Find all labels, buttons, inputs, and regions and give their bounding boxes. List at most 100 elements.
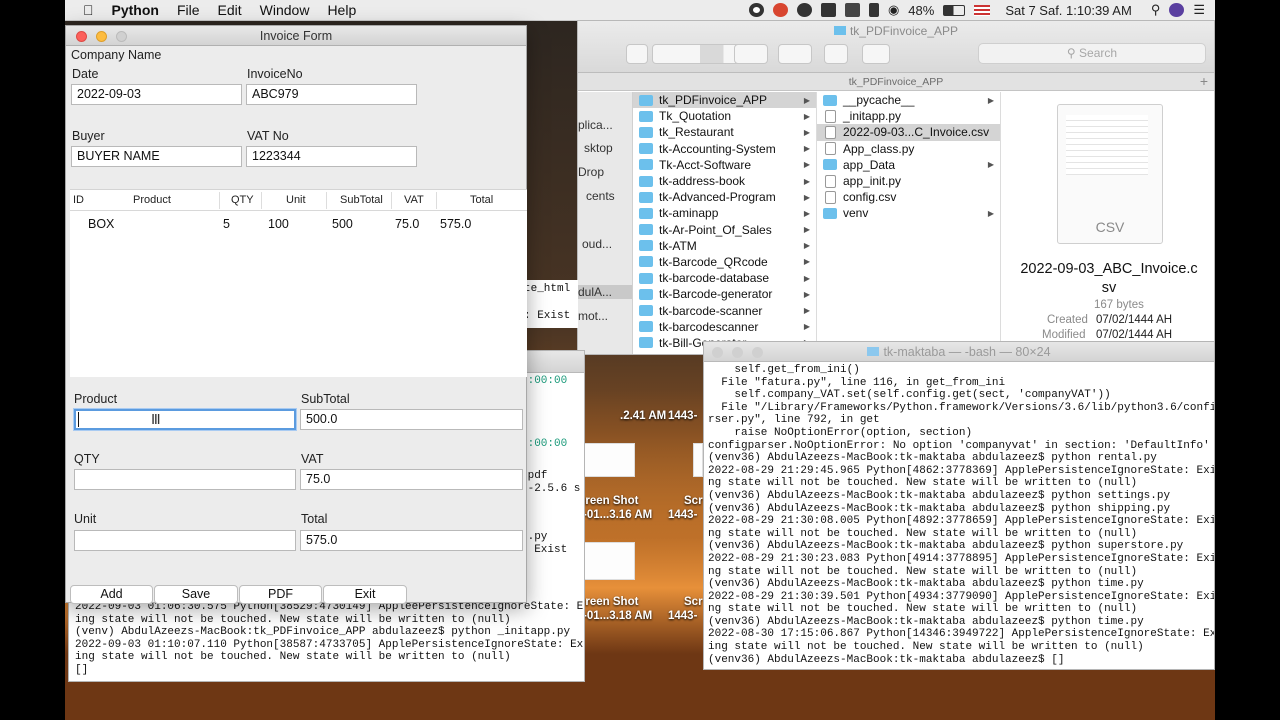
buyer-field[interactable]: BUYER NAME — [71, 146, 242, 167]
menu-list-icon[interactable]: ☰ — [1193, 2, 1205, 18]
folder-item[interactable]: venv ▶ — [817, 205, 1000, 221]
folder-item[interactable]: Tk_Quotation ▶ — [633, 108, 816, 124]
sound-icon[interactable] — [820, 3, 836, 17]
folder-item[interactable]: __pycache__ ▶ — [817, 92, 1000, 108]
column-header-vat[interactable]: VAT — [404, 194, 424, 206]
chevron-right-icon: ▶ — [803, 289, 810, 299]
product-field[interactable] — [74, 409, 296, 430]
folder-item[interactable]: tk-address-book ▶ — [633, 173, 816, 189]
finder-search-input[interactable]: ⚲ Search — [978, 43, 1206, 64]
folder-item[interactable]: tk_Restaurant ▶ — [633, 124, 816, 140]
folder-item[interactable]: tk_PDFinvoice_APP ▶ — [633, 92, 816, 109]
sidebar-item[interactable]: plica... — [578, 118, 613, 132]
sidebar-item[interactable]: cents — [586, 189, 615, 203]
folder-item[interactable]: tk-ATM ▶ — [633, 238, 816, 254]
add-tab-icon[interactable]: + — [1200, 73, 1208, 89]
vat-no-field[interactable]: 1223344 — [246, 146, 417, 167]
folder-item[interactable]: app_Data ▶ — [817, 157, 1000, 173]
items-table[interactable]: ID Product QTY Unit SubTotal VAT Total B… — [70, 189, 527, 377]
add-button[interactable]: Add — [70, 585, 153, 604]
qty-field[interactable] — [74, 469, 296, 490]
terminal-titlebar[interactable]: tk-maktaba — -bash — 80×24 — [704, 342, 1214, 362]
folder-item[interactable]: tk-barcode-database ▶ — [633, 270, 816, 286]
sidebar-item[interactable]: Drop — [578, 165, 604, 179]
save-button[interactable]: Save — [154, 585, 238, 604]
terminal-line: (venv36) AbdulAzeezs-MacBook:tk-maktaba … — [708, 452, 1157, 465]
total-field[interactable]: 575.0 — [300, 530, 523, 551]
folder-item[interactable]: tk-Barcode_QRcode ▶ — [633, 254, 816, 270]
terminal-output[interactable]: self.get_from_ini() File "fatura.py", li… — [704, 362, 1214, 668]
menu-help[interactable]: Help — [318, 2, 365, 18]
folder-item[interactable]: tk-Barcode-generator ▶ — [633, 286, 816, 302]
sidebar-item[interactable]: mot... — [578, 309, 608, 323]
terminal-line: self.get_from_ini() — [708, 364, 860, 376]
pdf-button[interactable]: PDF — [239, 585, 322, 604]
menu-file[interactable]: File — [168, 2, 209, 18]
thumbnail-label: -01...3.18 AM — [583, 610, 653, 622]
invoice-no-label: InvoiceNo — [247, 67, 303, 81]
folder-item[interactable]: Tk-Acct-Software ▶ — [633, 157, 816, 173]
column-header-product[interactable]: Product — [133, 194, 171, 206]
folder-item[interactable]: tk-barcodescanner ▶ — [633, 319, 816, 335]
folder-item[interactable]: tk-barcode-scanner ▶ — [633, 302, 816, 318]
chevron-right-icon: ▶ — [803, 225, 810, 235]
subtotal-field[interactable]: 500.0 — [300, 409, 523, 430]
sync-icon[interactable] — [772, 3, 788, 17]
unit-field[interactable] — [74, 530, 296, 551]
terminal-line: 2022-08-30 17:15:06.867 Python[14346:394… — [708, 628, 1215, 641]
column-header-id[interactable]: ID — [73, 194, 84, 206]
file-item[interactable]: App_class.py — [817, 141, 1000, 157]
search-icon[interactable]: ⚲ — [1151, 2, 1161, 18]
vat-field[interactable]: 75.0 — [300, 469, 523, 490]
file-label: app_Data — [843, 157, 896, 172]
wifi-icon[interactable]: ◉ — [888, 2, 899, 18]
group-button[interactable] — [734, 44, 768, 64]
folder-item[interactable]: tk-Accounting-System ▶ — [633, 141, 816, 157]
exit-button[interactable]: Exit — [323, 585, 407, 604]
created-label: Created — [1047, 314, 1088, 326]
column-header-total[interactable]: Total — [470, 194, 493, 206]
screenshot-thumbnail[interactable] — [693, 443, 703, 477]
screenshot-thumbnail[interactable] — [583, 443, 635, 477]
folder-item[interactable]: tk-Advanced-Program ▶ — [633, 189, 816, 205]
invoice-no-field[interactable]: ABC979 — [246, 84, 417, 105]
menu-edit[interactable]: Edit — [209, 2, 251, 18]
sidebar-item[interactable]: sktop — [584, 141, 613, 155]
file-item[interactable]: config.csv — [817, 189, 1000, 205]
table-row[interactable]: BOX 5 100 500 75.0 575.0 — [70, 211, 527, 234]
share-icon[interactable] — [824, 44, 848, 64]
folder-item[interactable]: tk-Ar-Point_Of_Sales ▶ — [633, 222, 816, 238]
file-item[interactable]: _initapp.py — [817, 108, 1000, 124]
folder-item[interactable]: tk-aminapp ▶ — [633, 205, 816, 221]
invoice-titlebar[interactable]: Invoice Form — [66, 26, 526, 46]
bash-terminal-window: tk-maktaba — -bash — 80×24 self.get_from… — [703, 341, 1215, 670]
sidebar-item-selected[interactable]: dulA... — [578, 285, 632, 299]
menu-bar:  Python File Edit Window Help ◉ 48% Sat… — [65, 0, 1215, 21]
apple-menu-icon[interactable]:  — [65, 2, 103, 18]
sidebar-item[interactable]: oud... — [582, 237, 612, 251]
path-tab[interactable]: tk_PDFinvoice_APP — [578, 73, 1214, 91]
file-item[interactable]: app_init.py — [817, 173, 1000, 189]
terminal-line: ing state will not be touched. New state… — [75, 651, 511, 664]
column-header-subtotal[interactable]: SubTotal — [340, 194, 383, 206]
battery-icon[interactable] — [943, 4, 966, 16]
app-menu[interactable]: Python — [103, 2, 168, 18]
settings-icon[interactable] — [796, 3, 812, 17]
tag-icon[interactable] — [862, 44, 890, 64]
flag-icon[interactable] — [974, 4, 991, 16]
screenshot-thumbnail[interactable] — [583, 542, 635, 580]
bluetooth-icon[interactable] — [868, 3, 879, 17]
record-icon[interactable] — [748, 3, 764, 17]
gear-icon[interactable] — [778, 44, 812, 64]
file-item[interactable]: 2022-09-03...C_Invoice.csv — [817, 124, 1000, 141]
dropbox-icon[interactable] — [844, 3, 860, 17]
menu-window[interactable]: Window — [251, 2, 319, 18]
date-field[interactable]: 2022-09-03 — [71, 84, 242, 105]
column-header-unit[interactable]: Unit — [286, 194, 306, 206]
clock[interactable]: Sat 7 Saf. 1:10:39 AM — [1005, 3, 1131, 18]
column-header-qty[interactable]: QTY — [231, 194, 254, 206]
csv-icon-label: CSV — [1095, 219, 1125, 235]
finder-toolbar: tk_PDFinvoice_APP ⚲ Search — [578, 21, 1214, 73]
icon-view-button[interactable] — [626, 44, 648, 64]
user-icon[interactable] — [1169, 3, 1185, 17]
